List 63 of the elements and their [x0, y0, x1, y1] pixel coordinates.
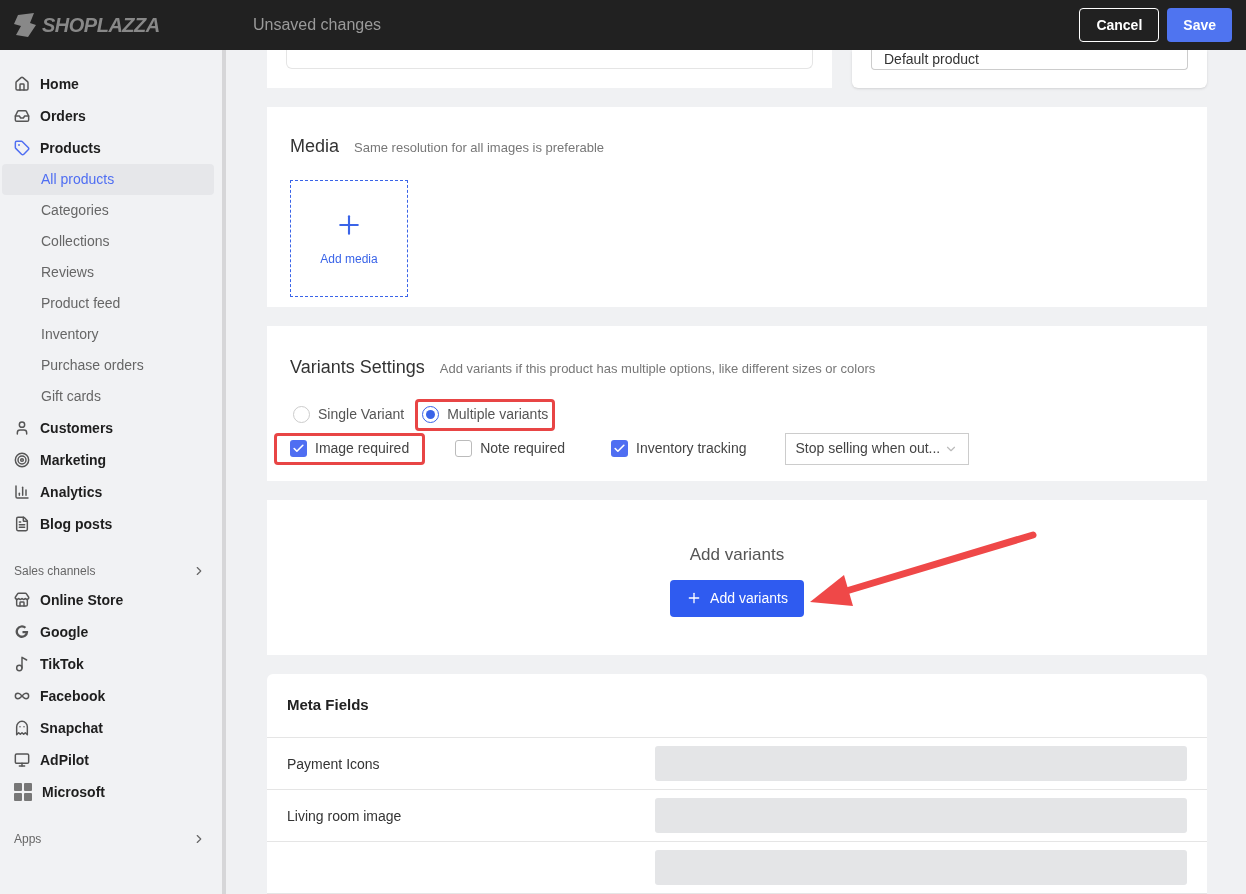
input-field[interactable] — [655, 850, 1187, 885]
nav-item[interactable]: Google — [2, 616, 220, 648]
field-label: Living room image — [287, 807, 402, 824]
nav-subitem[interactable]: Categories — [2, 195, 214, 226]
input-field[interactable] — [655, 746, 1187, 781]
logo-icon — [14, 13, 36, 37]
nav-subitem[interactable]: Reviews — [2, 257, 214, 288]
text-field[interactable] — [286, 50, 813, 69]
radio-option[interactable]: Single Variant — [286, 398, 412, 431]
card-title: Meta Fields — [267, 674, 1207, 738]
nav-item[interactable]: Facebook — [2, 680, 220, 712]
checkbox-option[interactable]: Image required — [274, 432, 426, 465]
nav-item[interactable]: Home — [2, 68, 220, 100]
checkbox-option[interactable]: Inventory tracking — [595, 432, 763, 465]
card-hint: Same resolution for all images is preferable — [354, 139, 605, 157]
home-icon — [14, 76, 30, 92]
bar-chart-icon — [14, 484, 30, 500]
card-hint: Add variants if this product has multiple options, like different sizes or colors — [439, 359, 876, 378]
nav-item[interactable]: Orders — [2, 100, 220, 132]
checkbox-option[interactable]: Note required — [439, 432, 581, 465]
product-type-select[interactable]: Default product — [871, 50, 1188, 70]
person-icon — [14, 420, 30, 436]
section-heading: Sales channels — [14, 563, 96, 580]
cancel-button[interactable]: Cancel — [1079, 8, 1160, 42]
nav-item[interactable]: TikTok — [2, 648, 220, 680]
music-note-icon — [14, 656, 30, 672]
nav-item[interactable]: Analytics — [2, 476, 220, 508]
field-label: Payment Icons — [287, 755, 380, 772]
ghost-icon — [14, 720, 30, 736]
add-variants-button[interactable]: Add variants — [670, 579, 804, 617]
card-title: Media — [290, 135, 340, 158]
save-button[interactable]: Save — [1167, 8, 1232, 42]
nav-item[interactable]: Microsoft — [2, 776, 220, 808]
nav-item[interactable]: Snapchat — [2, 712, 220, 744]
nav-item[interactable]: Online Store — [2, 584, 220, 616]
stock-select[interactable]: Stop selling when out... — [784, 432, 970, 465]
target-icon — [14, 452, 30, 468]
input-field[interactable] — [655, 798, 1187, 833]
monitor-icon — [14, 752, 30, 768]
nav-item[interactable]: Products — [2, 132, 220, 164]
store-icon — [14, 592, 30, 608]
radio-option[interactable]: Multiple variants — [415, 398, 556, 431]
nav-item[interactable]: AdPilot — [2, 744, 220, 776]
section-heading: Apps — [14, 831, 42, 848]
nav-item[interactable]: Blog posts — [2, 508, 220, 540]
nav-subitem[interactable]: Collections — [2, 226, 214, 257]
nav-subitem[interactable]: Inventory — [2, 319, 214, 350]
windows-grid-icon — [14, 783, 32, 801]
add-media-button[interactable]: Add media — [290, 180, 408, 297]
nav-item[interactable]: Customers — [2, 412, 220, 444]
document-icon — [14, 516, 30, 532]
nav-subitem[interactable]: Purchase orders — [2, 350, 214, 381]
nav-subitem[interactable]: Product feed — [2, 288, 214, 319]
inbox-icon — [14, 108, 30, 124]
card-title: Variants Settings — [290, 355, 425, 379]
logo-text: SHOPLAZZA — [42, 13, 160, 38]
google-g-icon — [14, 624, 30, 640]
tag-icon — [14, 140, 30, 156]
nav-item[interactable]: Marketing — [2, 444, 220, 476]
page-title: Unsaved changes — [253, 15, 382, 35]
card-title: Add variants — [689, 544, 785, 567]
nav-subitem[interactable]: All products — [2, 164, 214, 195]
nav-subitem[interactable]: Gift cards — [2, 381, 214, 412]
